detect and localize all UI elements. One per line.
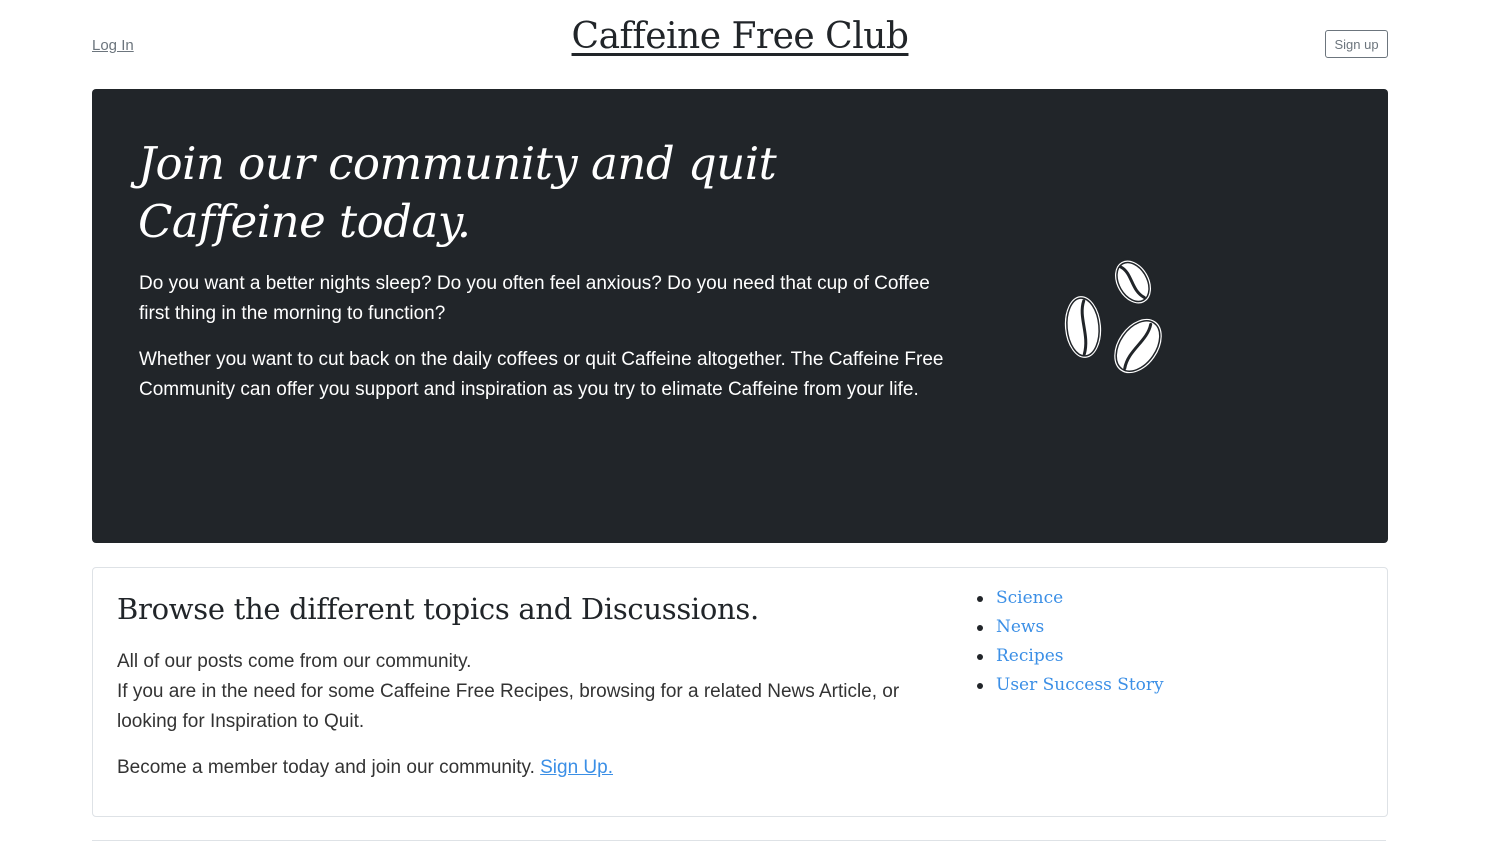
browse-description: All of our posts come from our community… — [117, 647, 917, 737]
member-call-to-action: Become a member today and join our commu… — [117, 753, 917, 783]
site-title-link[interactable]: Caffeine Free Club — [572, 16, 909, 57]
browse-heading: Browse the different topics and Discussi… — [117, 592, 759, 626]
topic-link-user-success-story[interactable]: User Success Story — [973, 671, 1164, 700]
hero-heading: Join our community and quit Caffeine tod… — [138, 137, 777, 248]
topics-list: Science News Recipes User Success Story — [973, 584, 1164, 700]
browse-card: Browse the different topics and Discussi… — [92, 567, 1388, 817]
browse-text-line-1: All of our posts come from our community… — [117, 651, 472, 672]
next-card-edge — [92, 840, 1386, 851]
signup-button[interactable]: Sign up — [1325, 30, 1388, 58]
topic-link-news[interactable]: News — [973, 613, 1164, 642]
topic-link-recipes[interactable]: Recipes — [973, 642, 1164, 671]
hero-banner: Join our community and quit Caffeine tod… — [92, 89, 1388, 543]
coffee-beans-icon — [1062, 258, 1164, 376]
member-text: Become a member today and join our commu… — [117, 757, 535, 778]
site-header: Log In Caffeine Free Club Sign up — [92, 0, 1388, 89]
topic-link-science[interactable]: Science — [973, 584, 1164, 613]
signup-link[interactable]: Sign Up. — [540, 757, 613, 778]
site-title: Caffeine Free Club — [92, 16, 1388, 57]
hero-paragraph-2: Whether you want to cut back on the dail… — [139, 349, 944, 400]
browse-text-line-2: If you are in the need for some Caffeine… — [117, 681, 900, 732]
hero-paragraph-1: Do you want a better nights sleep? Do yo… — [139, 273, 930, 324]
